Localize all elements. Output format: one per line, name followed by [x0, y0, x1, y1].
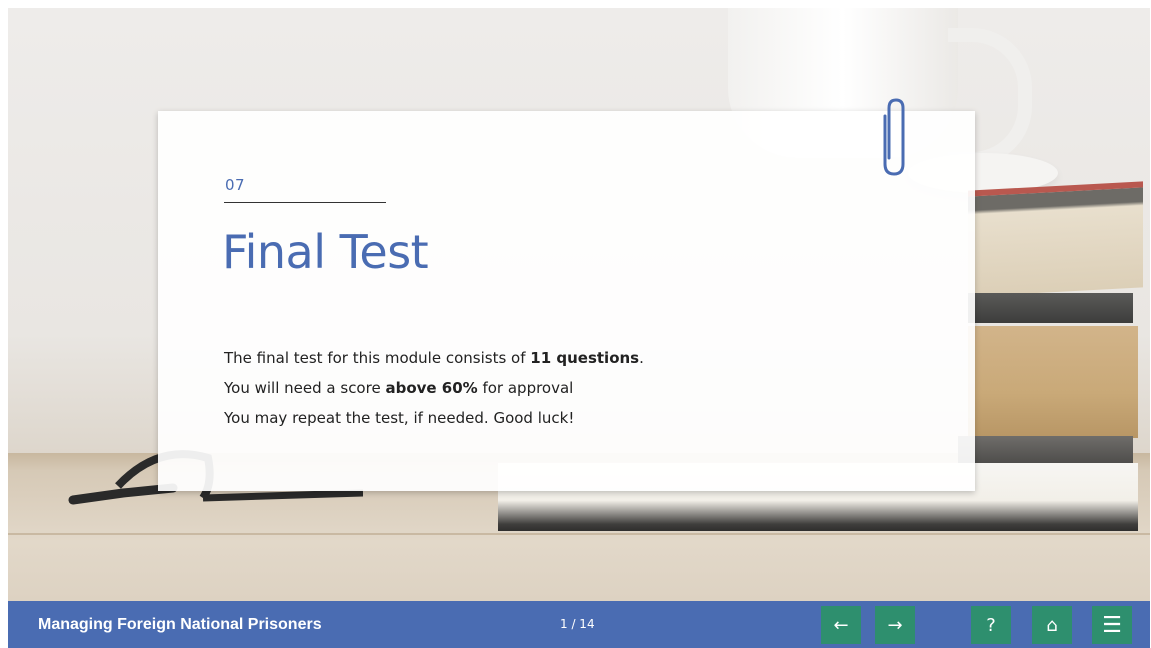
section-number-underline: [224, 202, 386, 203]
previous-button[interactable]: ←: [821, 606, 861, 644]
question-icon: ?: [986, 614, 996, 636]
section-number: 07: [225, 176, 246, 194]
menu-button[interactable]: ☰: [1092, 606, 1132, 644]
paperclip-icon: [883, 98, 905, 176]
arrow-right-icon: →: [887, 614, 903, 636]
book-image: [968, 326, 1138, 438]
instructions-text: The final test for this module consists …: [224, 343, 944, 433]
course-title: Managing Foreign National Prisoners: [38, 616, 322, 633]
book-image: [968, 181, 1143, 297]
arrow-left-icon: ←: [833, 614, 849, 636]
instruction-line: You will need a score above 60% for appr…: [224, 379, 574, 397]
instruction-line: The final test for this module consists …: [224, 349, 644, 367]
hamburger-menu-icon: ☰: [1102, 612, 1122, 638]
bottom-navigation-bar: Managing Foreign National Prisoners 1 / …: [8, 601, 1150, 648]
home-button[interactable]: ⌂: [1032, 606, 1072, 644]
help-button[interactable]: ?: [971, 606, 1011, 644]
home-icon: ⌂: [1046, 614, 1058, 636]
book-image: [958, 436, 1133, 466]
page-counter: 1 / 14: [560, 617, 595, 631]
instruction-line: You may repeat the test, if needed. Good…: [224, 409, 575, 427]
book-image: [968, 293, 1133, 323]
content-card: [158, 111, 975, 491]
next-button[interactable]: →: [875, 606, 915, 644]
page-title: Final Test: [222, 225, 429, 279]
